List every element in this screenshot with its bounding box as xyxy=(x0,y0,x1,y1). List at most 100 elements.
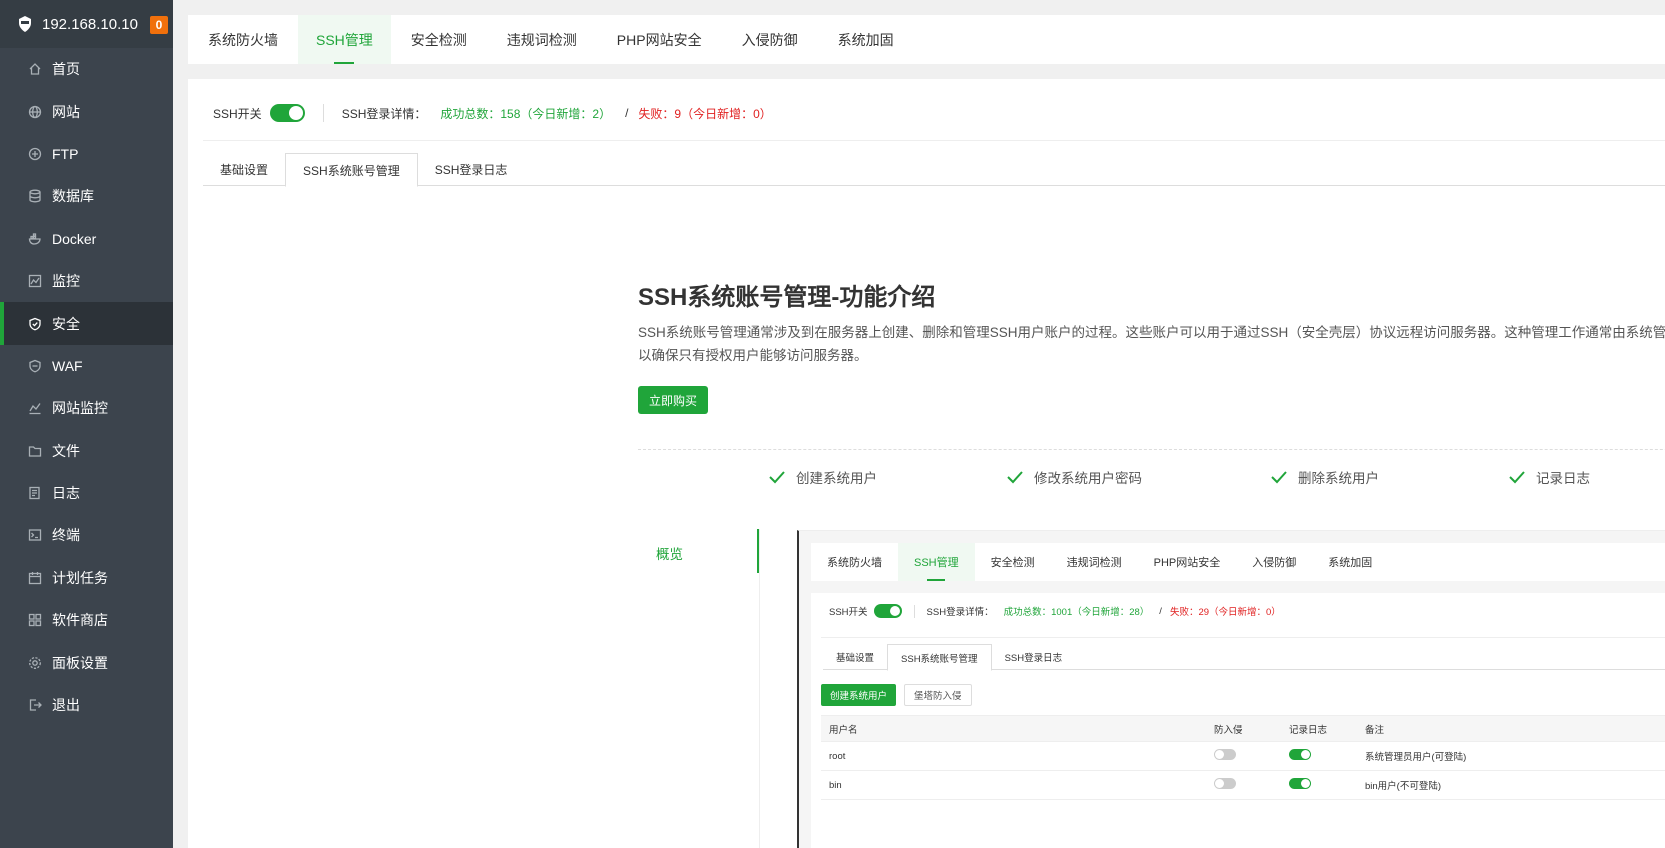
sidebar-item-3[interactable]: 数据库 xyxy=(0,175,173,217)
sidebar-item-label: 面板设置 xyxy=(52,654,108,671)
preview-body: SSH开关 SSH登录详情： 成功总数：1001（今日新增：28） / 失败：2… xyxy=(811,593,1665,848)
ssh-status-row: SSH开关 SSH登录详情： 成功总数：158（今日新增：2） / 失败：9（今… xyxy=(213,101,772,125)
overview-tab[interactable]: 概览 xyxy=(656,543,683,563)
buy-now-button[interactable]: 立即购买 xyxy=(638,386,708,414)
ssh-success-count[interactable]: 成功总数：158（今日新增：2） xyxy=(440,105,611,122)
sidebar-item-0[interactable]: 首页 xyxy=(0,48,173,90)
server-ip: 192.168.10.10 xyxy=(42,15,138,33)
tab-3[interactable]: 违规词检测 xyxy=(487,15,597,64)
feature-preview-image: 系统防火墙 SSH管理 安全检测 违规词检测 PHP网站安全 入侵防御 系统加固 SSH开关… xyxy=(797,530,1665,848)
apps-icon xyxy=(28,613,42,627)
sidebar-footer xyxy=(0,728,173,848)
log-icon xyxy=(28,486,42,500)
status-separator: / xyxy=(625,106,629,120)
preview-sub-tabs: 基础设置 SSH系统账号管理 SSH登录日志 xyxy=(823,644,1665,671)
ssh-switch-label: SSH开关 xyxy=(213,106,262,121)
shield-icon xyxy=(28,317,42,331)
preview-ssh-switch-label: SSH开关 xyxy=(829,607,868,618)
feature-item: 修改系统用户密码 xyxy=(1006,467,1142,487)
app-root: 192.168.10.10 0 首页网站 FTP 数据库 Docker 监控 安全 WAF 网… xyxy=(0,0,1665,848)
preview-subtab: 基础设置 xyxy=(836,653,875,664)
feature-item: 创建系统用户 xyxy=(768,467,877,487)
tab-5[interactable]: 入侵防御 xyxy=(722,15,818,64)
tab-2[interactable]: 安全检测 xyxy=(391,15,487,64)
sidebar-item-5[interactable]: 监控 xyxy=(0,260,173,302)
sidebar-header: 192.168.10.10 0 xyxy=(0,0,173,48)
sidebar-item-label: 文件 xyxy=(52,442,80,459)
waf-shield-icon xyxy=(28,359,42,373)
docker-icon xyxy=(28,232,42,246)
calendar-icon xyxy=(28,571,42,585)
dashed-divider xyxy=(638,449,1665,450)
table-row: root 系统管理员用户(可登陆) xyxy=(821,742,1665,771)
preview-table-header: 用户名 防入侵 记录日志 备注 xyxy=(821,715,1665,742)
sidebar-item-2[interactable]: FTP xyxy=(0,133,173,175)
subtab-0[interactable]: 基础设置 xyxy=(203,153,285,186)
preview-user-table: 用户名 防入侵 记录日志 备注 root 系统管理员用户(可登陆) bin bin用户(不可登… xyxy=(821,715,1665,800)
subtab-2[interactable]: SSH登录日志 xyxy=(418,153,525,186)
check-icon xyxy=(1007,471,1023,484)
terminal-icon xyxy=(28,528,42,542)
preview-button-row: 创建系统用户 堡塔防入侵 xyxy=(821,684,972,706)
sidebar-item-label: 软件商店 xyxy=(52,612,108,629)
tab-0[interactable]: 系统防火墙 xyxy=(188,15,298,64)
divider xyxy=(322,104,324,122)
sidebar-item-10[interactable]: 日志 xyxy=(0,472,173,514)
column-header: 备注 xyxy=(1365,724,1385,736)
divider xyxy=(913,604,915,618)
preview-ssh-toggle xyxy=(873,604,902,618)
sidebar-item-7[interactable]: WAF xyxy=(0,345,173,387)
sidebar-item-1[interactable]: 网站 xyxy=(0,90,173,132)
sidebar-item-label: Docker xyxy=(52,230,97,247)
preview-success-count: 成功总数：1001（今日新增：28） xyxy=(1003,607,1150,618)
preview-tab: 系统防火墙 xyxy=(827,557,882,569)
preview-protect-button: 堡塔防入侵 xyxy=(904,684,972,706)
sidebar-item-label: 网站监控 xyxy=(52,400,108,417)
gear-icon xyxy=(28,656,42,670)
preview-tab: SSH管理 xyxy=(898,543,975,581)
sidebar-item-15[interactable]: 退出 xyxy=(0,684,173,726)
feature-item: 删除系统用户 xyxy=(1270,467,1379,487)
ssh-fail-count[interactable]: 失败：9（今日新增：0） xyxy=(638,105,771,122)
sidebar-item-6[interactable]: 安全 xyxy=(0,302,173,346)
sidebar-item-14[interactable]: 面板设置 xyxy=(0,641,173,683)
sidebar-item-4[interactable]: Docker xyxy=(0,218,173,260)
intro-title: SSH系统账号管理-功能介绍 xyxy=(638,284,936,311)
tab-6[interactable]: 系统加固 xyxy=(818,15,914,64)
divider xyxy=(821,637,1665,638)
feature-label: 记录日志 xyxy=(1536,471,1590,486)
column-header: 防入侵 xyxy=(1214,724,1243,736)
preview-subtab: SSH登录日志 xyxy=(1004,653,1063,664)
sidebar-item-9[interactable]: 文件 xyxy=(0,430,173,472)
sidebar-item-label: 退出 xyxy=(52,697,80,714)
preview-fail-count: 失败：29（今日新增：0） xyxy=(1169,607,1281,618)
intro-description: SSH系统账号管理通常涉及到在服务器上创建、删除和管理SSH用户账户的过程。这些… xyxy=(638,325,1665,363)
tab-1[interactable]: SSH管理 xyxy=(298,15,391,64)
main-panel: SSH开关 SSH登录详情： 成功总数：158（今日新增：2） / 失败：9（今… xyxy=(188,79,1665,848)
preview-login-detail-label: SSH登录详情： xyxy=(926,607,994,618)
ssh-login-detail-label: SSH登录详情： xyxy=(341,106,427,121)
protect-switch xyxy=(1214,778,1236,789)
table-row: bin bin用户(不可登陆) xyxy=(821,771,1665,800)
logout-icon xyxy=(28,698,42,712)
sidebar-item-8[interactable]: 网站监控 xyxy=(0,387,173,429)
username-cell: root xyxy=(829,750,846,762)
preview-top-tabs: 系统防火墙 SSH管理 安全检测 违规词检测 PHP网站安全 入侵防御 系统加固 xyxy=(811,543,1665,581)
sidebar-item-label: 首页 xyxy=(52,61,80,78)
preview-tab: PHP网站安全 xyxy=(1153,557,1221,569)
sidebar-item-12[interactable]: 计划任务 xyxy=(0,557,173,599)
sidebar-item-label: 计划任务 xyxy=(52,569,108,586)
feature-label: 创建系统用户 xyxy=(796,471,877,486)
globe-icon xyxy=(28,105,42,119)
preview-subtab: SSH系统账号管理 xyxy=(887,644,992,671)
sidebar-item-13[interactable]: 软件商店 xyxy=(0,599,173,641)
notification-badge[interactable]: 0 xyxy=(150,16,168,34)
home-icon xyxy=(28,62,42,76)
preview-tab: 违规词检测 xyxy=(1066,557,1122,569)
tab-4[interactable]: PHP网站安全 xyxy=(597,15,722,64)
feature-label: 修改系统用户密码 xyxy=(1034,471,1142,486)
subtab-1[interactable]: SSH系统账号管理 xyxy=(285,153,418,187)
database-icon xyxy=(28,189,42,203)
ssh-switch-toggle[interactable] xyxy=(269,104,305,122)
sidebar-item-11[interactable]: 终端 xyxy=(0,514,173,556)
